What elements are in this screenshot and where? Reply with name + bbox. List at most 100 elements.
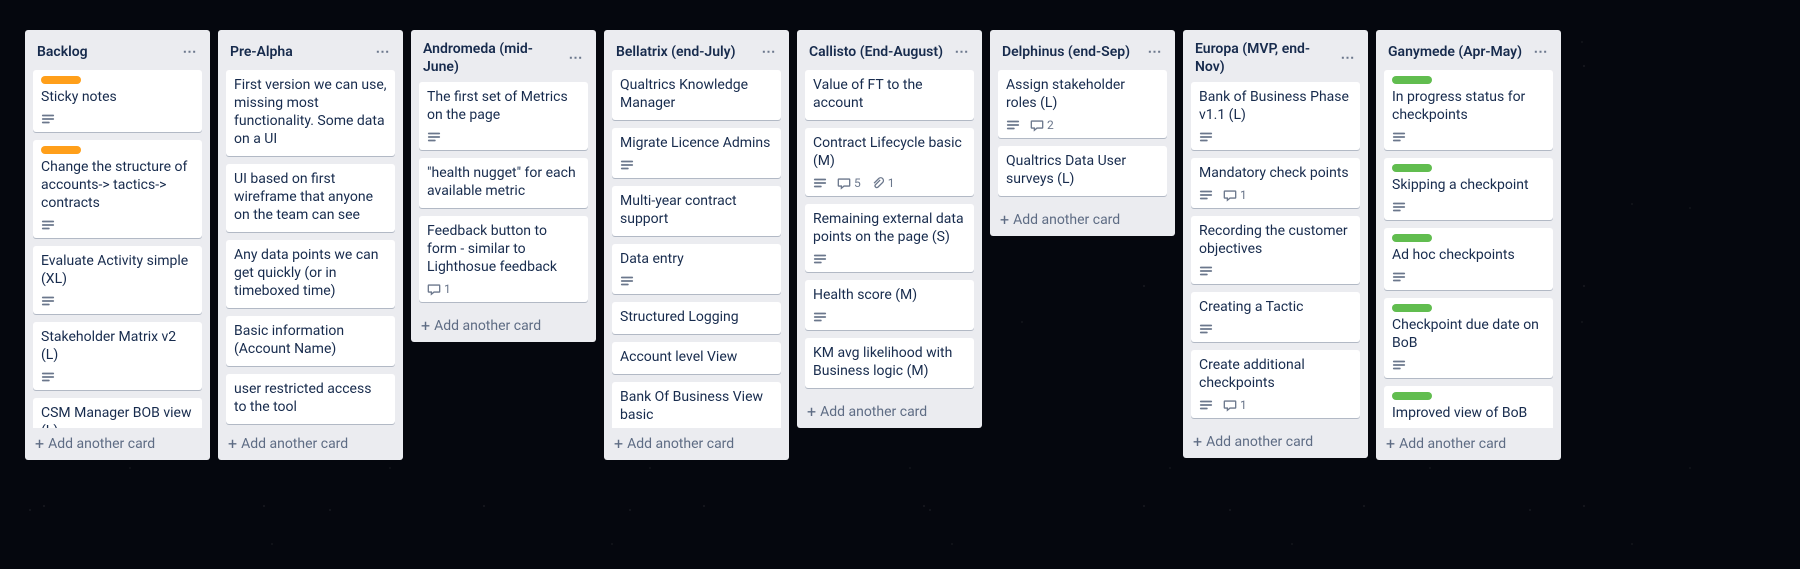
list-menu-icon[interactable]: ⋯ [757, 40, 781, 64]
list-title[interactable]: Callisto (End-August) [809, 43, 950, 61]
card[interactable]: Change the structure of accounts-> tacti… [33, 140, 202, 238]
list-title[interactable]: Europa (MVP, end-Nov) [1195, 40, 1336, 76]
card-title: Feedback button to form - similar to Lig… [427, 222, 580, 276]
card[interactable]: Qualtrics Knowledge Manager [612, 70, 781, 120]
list-title[interactable]: Backlog [37, 43, 178, 61]
list-title[interactable]: Pre-Alpha [230, 43, 371, 61]
add-card-label: Add another card [434, 318, 541, 334]
description-icon [1392, 200, 1406, 214]
attachments-count: 1 [888, 176, 895, 190]
card[interactable]: Health score (M) [805, 280, 974, 330]
label-green[interactable] [1392, 304, 1432, 312]
card[interactable]: Any data points we can get quickly (or i… [226, 240, 395, 308]
list-menu-icon[interactable]: ⋯ [178, 40, 202, 64]
list-title[interactable]: Ganymede (Apr-May) [1388, 43, 1529, 61]
list-title[interactable]: Andromeda (mid-June) [423, 40, 564, 76]
add-card-label: Add another card [1206, 434, 1313, 450]
card[interactable]: Checkpoint due date on BoB [1384, 298, 1553, 378]
add-card-button[interactable]: +Add another card [218, 428, 403, 460]
list-menu-icon[interactable]: ⋯ [950, 40, 974, 64]
description-icon [1199, 264, 1213, 278]
card[interactable]: Basic information (Account Name) [226, 316, 395, 366]
list-header: Delphinus (end-Sep)⋯ [990, 30, 1175, 70]
card[interactable]: Remaining external data points on the pa… [805, 204, 974, 272]
card-labels [1392, 76, 1545, 84]
card[interactable]: The first set of Metrics on the page [419, 82, 588, 150]
comments-count: 1 [444, 282, 451, 296]
card[interactable]: Mandatory check points1 [1191, 158, 1360, 208]
card[interactable]: Recording the customer objectives [1191, 216, 1360, 284]
attachments-badge: 1 [871, 176, 895, 190]
list-header: Europa (MVP, end-Nov)⋯ [1183, 30, 1368, 82]
card[interactable]: In progress status for checkpoints [1384, 70, 1553, 150]
label-green[interactable] [1392, 164, 1432, 172]
card-title: Bank of Business Phase v1.1 (L) [1199, 88, 1352, 124]
add-card-button[interactable]: +Add another card [797, 396, 982, 428]
list-menu-icon[interactable]: ⋯ [1143, 40, 1167, 64]
card-badges [1392, 268, 1545, 286]
comments-count: 2 [1047, 118, 1054, 132]
card-title: Evaluate Activity simple (XL) [41, 252, 194, 288]
card[interactable]: Migrate Licence Admins [612, 128, 781, 178]
add-card-label: Add another card [627, 436, 734, 452]
card[interactable]: KM avg likelihood with Business logic (M… [805, 338, 974, 388]
list-menu-icon[interactable]: ⋯ [564, 46, 588, 70]
label-orange[interactable] [41, 76, 81, 84]
card[interactable]: Structured Logging [612, 302, 781, 334]
card[interactable]: Bank of Business Phase v1.1 (L) [1191, 82, 1360, 150]
card[interactable]: Ad hoc checkpoints [1384, 228, 1553, 290]
card-title: In progress status for checkpoints [1392, 88, 1545, 124]
card[interactable]: Multi-year contract support [612, 186, 781, 236]
plus-icon: + [1000, 213, 1009, 227]
card[interactable]: Creating a Tactic [1191, 292, 1360, 342]
card[interactable]: user restricted access to the tool [226, 374, 395, 424]
card[interactable]: Assign stakeholder roles (L)2 [998, 70, 1167, 138]
card[interactable]: CSM Manager BOB view (L) [33, 398, 202, 428]
card[interactable]: Account level View [612, 342, 781, 374]
label-orange[interactable] [41, 146, 81, 154]
list: Pre-Alpha⋯ First version we can use, miss… [218, 30, 403, 460]
add-card-label: Add another card [1399, 436, 1506, 452]
list: Bellatrix (end-July)⋯ Qualtrics Knowledge… [604, 30, 789, 460]
add-card-button[interactable]: +Add another card [1183, 426, 1368, 458]
card[interactable]: Improved view of BoB [1384, 386, 1553, 428]
card[interactable]: First version we can use, missing most f… [226, 70, 395, 156]
card[interactable]: Data entry [612, 244, 781, 294]
card[interactable]: Contract Lifecycle basic (M)51 [805, 128, 974, 196]
card[interactable]: Skipping a checkpoint [1384, 158, 1553, 220]
add-card-button[interactable]: +Add another card [25, 428, 210, 460]
list-menu-icon[interactable]: ⋯ [1529, 40, 1553, 64]
add-card-button[interactable]: +Add another card [411, 310, 596, 342]
label-green[interactable] [1392, 234, 1432, 242]
card[interactable]: UI based on first wireframe that anyone … [226, 164, 395, 232]
list-title[interactable]: Bellatrix (end-July) [616, 43, 757, 61]
card-title: Mandatory check points [1199, 164, 1352, 182]
card-title: Basic information (Account Name) [234, 322, 387, 358]
card-labels [1392, 164, 1545, 172]
card[interactable]: Qualtrics Data User surveys (L) [998, 146, 1167, 196]
plus-icon: + [35, 437, 44, 451]
card[interactable]: Value of FT to the account [805, 70, 974, 120]
card[interactable]: Stakeholder Matrix v2 (L) [33, 322, 202, 390]
label-green[interactable] [1392, 76, 1432, 84]
card[interactable]: Evaluate Activity simple (XL) [33, 246, 202, 314]
card-badges [813, 308, 966, 326]
add-card-button[interactable]: +Add another card [990, 204, 1175, 236]
list: Andromeda (mid-June)⋯ The first set of Me… [411, 30, 596, 342]
description-icon [1199, 130, 1213, 144]
add-card-button[interactable]: +Add another card [1376, 428, 1561, 460]
card[interactable]: Feedback button to form - similar to Lig… [419, 216, 588, 302]
card-title: Any data points we can get quickly (or i… [234, 246, 387, 300]
card[interactable]: Bank Of Business View basic2 [612, 382, 781, 428]
add-card-button[interactable]: +Add another card [604, 428, 789, 460]
card[interactable]: Sticky notes [33, 70, 202, 132]
label-green[interactable] [1392, 392, 1432, 400]
list-menu-icon[interactable]: ⋯ [371, 40, 395, 64]
list-title[interactable]: Delphinus (end-Sep) [1002, 43, 1143, 61]
card[interactable]: "health nugget" for each available metri… [419, 158, 588, 208]
card-title: Sticky notes [41, 88, 194, 106]
cards-container: Sticky notes Change the structure of acco… [25, 70, 210, 428]
description-icon [41, 112, 55, 126]
card[interactable]: Create additional checkpoints1 [1191, 350, 1360, 418]
list-menu-icon[interactable]: ⋯ [1336, 46, 1360, 70]
